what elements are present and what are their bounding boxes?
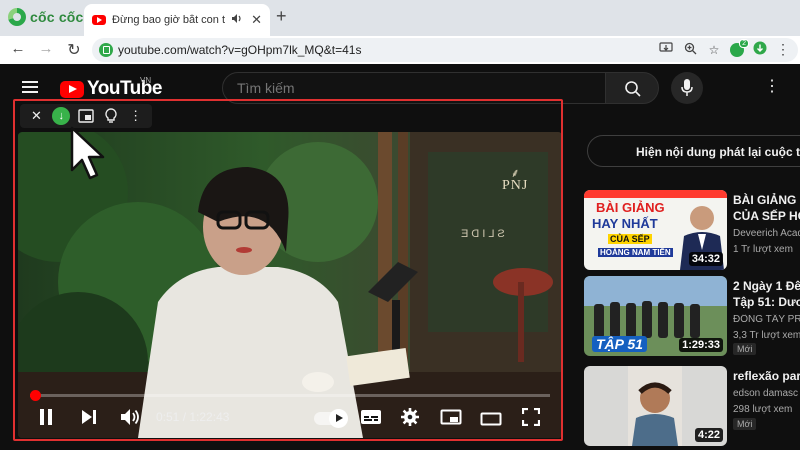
address-bar-row: ← → ↻ youtube.com/watch?v=gOHpm7lk_MQ&t=… — [0, 36, 800, 64]
extension-badge: 2 — [739, 38, 749, 48]
youtube-play-logo-icon — [60, 80, 84, 98]
show-chat-replay-label: Hiện nội dung phát lại cuộc trò — [636, 145, 800, 159]
reload-icon[interactable]: ↻ — [64, 40, 84, 60]
extension-icon[interactable]: 2 — [730, 38, 749, 57]
video-duration: 4:22 — [694, 428, 723, 442]
thumbnail-text-line2: HAY NHẤT — [592, 216, 658, 231]
video-thumbnail[interactable]: BÀI GIẢNG HAY NHẤT CỦA SẾP HOÀNG NAM TIẾ… — [584, 190, 727, 270]
thumbnail-text-line1: BÀI GIẢNG — [596, 200, 665, 215]
video-title-line1[interactable]: BÀI GIẢNG H — [733, 192, 800, 208]
search-icon — [625, 81, 641, 97]
download-icon[interactable] — [752, 41, 768, 58]
view-count: 1 Tr lượt xem — [733, 244, 793, 255]
thumbnail-text-line3: CỦA SẾP — [608, 234, 652, 244]
browser-brand-name: cốc cốc — [30, 9, 84, 25]
search-input[interactable] — [237, 80, 597, 96]
coccoc-logo-icon — [8, 8, 26, 26]
view-count: 298 lượt xem — [733, 404, 793, 415]
zoom-icon[interactable] — [682, 42, 698, 58]
video-duration: 34:32 — [688, 252, 723, 266]
view-count: 3,3 Tr lượt xem — [733, 330, 800, 341]
search-button[interactable] — [605, 72, 659, 104]
site-security-icon[interactable] — [99, 43, 113, 57]
install-app-icon[interactable] — [658, 42, 674, 57]
omnibox[interactable]: youtube.com/watch?v=gOHpm7lk_MQ&t=41s ☆ … — [92, 38, 798, 62]
close-tab-icon[interactable]: ✕ — [251, 12, 262, 28]
new-badge: Mới — [733, 343, 757, 355]
video-title-line2[interactable]: Tập 51: Dươn — [733, 294, 800, 310]
channel-name[interactable]: ĐÔNG TÂY PRO — [733, 314, 800, 325]
new-badge: Mới — [733, 418, 757, 430]
new-tab-icon[interactable]: + — [276, 6, 287, 27]
video-thumbnail[interactable]: 4:22 — [584, 366, 727, 446]
video-title-line1[interactable]: 2 Ngày 1 Đêm — [733, 278, 800, 294]
youtube-favicon-icon — [92, 15, 106, 25]
recommendation-item[interactable]: BÀI GIẢNG HAY NHẤT CỦA SẾP HOÀNG NAM TIẾ… — [584, 190, 800, 270]
region-code: VN — [140, 76, 152, 85]
thumbnail-text-line4: HOÀNG NAM TIẾN — [598, 248, 673, 257]
url-text[interactable]: youtube.com/watch?v=gOHpm7lk_MQ&t=41s — [118, 43, 361, 57]
browser-tab-bar: cốc cốc Đừng bao giờ bắt con thực hi ✕ + — [0, 0, 800, 36]
browser-menu-icon[interactable]: ⋮ — [776, 41, 790, 58]
video-duration: 1:29:33 — [679, 338, 723, 352]
channel-name[interactable]: Deveerich Acad — [733, 228, 800, 239]
recommendation-item[interactable]: 4:22 reflexão para edson damasc 298 lượt… — [584, 366, 800, 446]
back-arrow-icon[interactable]: ← — [8, 40, 28, 57]
tab-title: Đừng bao giờ bắt con thực hi — [112, 14, 226, 26]
recommendation-item[interactable]: TẬP 51 1:29:33 2 Ngày 1 Đêm Tập 51: Dươn… — [584, 276, 800, 356]
voice-search-button[interactable] — [671, 72, 703, 104]
video-title-line1[interactable]: reflexão para — [733, 368, 800, 384]
channel-name[interactable]: edson damasc — [733, 388, 800, 399]
video-thumbnail[interactable]: TẬP 51 1:29:33 — [584, 276, 727, 356]
video-title-line2[interactable]: CỦA SẾP HO — [733, 208, 800, 224]
highlight-frame — [13, 99, 563, 441]
hamburger-menu-icon[interactable] — [22, 81, 38, 93]
browser-tab-active[interactable]: Đừng bao giờ bắt con thực hi ✕ — [84, 4, 270, 36]
thumbnail-episode-text: TẬP 51 — [592, 336, 647, 352]
more-options-icon[interactable]: ⋮ — [764, 76, 780, 96]
speaker-icon[interactable] — [231, 13, 243, 27]
forward-arrow-icon[interactable]: → — [36, 40, 56, 57]
show-chat-replay-button[interactable]: Hiện nội dung phát lại cuộc trò — [587, 135, 800, 167]
bookmark-star-icon[interactable]: ☆ — [706, 43, 722, 57]
browser-brand: cốc cốc — [8, 8, 84, 26]
microphone-icon — [681, 79, 693, 96]
